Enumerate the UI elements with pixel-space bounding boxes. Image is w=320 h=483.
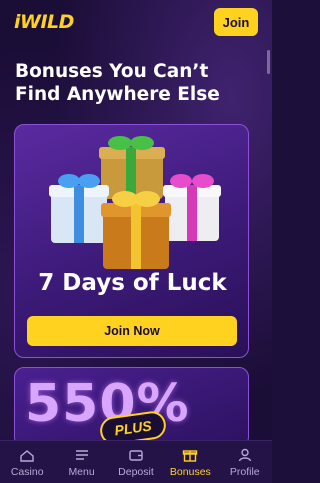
gift-box-pink: [163, 174, 221, 241]
nav-item-bonuses[interactable]: Bonuses: [163, 441, 217, 483]
wallet-icon: [129, 449, 143, 461]
page-title: Bonuses You Can’t Find Anywhere Else: [15, 61, 220, 105]
nav-label-casino: Casino: [10, 465, 44, 478]
nav-label-profile: Profile: [229, 465, 260, 478]
gift-boxes-illustration: [49, 136, 221, 269]
nav-label-bonuses: Bonuses: [169, 465, 211, 478]
gift-box-blue: [49, 174, 109, 243]
join-now-button[interactable]: Join Now: [27, 316, 237, 346]
promo-title: 7 Days of Luck: [38, 270, 227, 296]
nav-item-menu[interactable]: Menu: [55, 441, 109, 483]
gift-icon: [183, 449, 198, 462]
brand-logo[interactable]: iWILD: [14, 11, 74, 33]
join-button[interactable]: Join: [214, 8, 258, 36]
profile-icon: [238, 448, 251, 461]
top-header: iWILD Join: [0, 0, 272, 44]
nav-item-casino[interactable]: Casino: [0, 441, 54, 483]
casino-icon: [20, 449, 34, 462]
nav-label-menu: Menu: [68, 465, 95, 478]
gift-box-orange: [101, 191, 171, 269]
nav-label-deposit: Deposit: [118, 465, 154, 478]
scrollbar-thumb[interactable]: [267, 50, 270, 74]
menu-icon: [75, 449, 88, 460]
bottom-navigation: Casino Menu Deposit Bonuses Profile: [0, 440, 272, 483]
nav-item-profile[interactable]: Profile: [218, 441, 272, 483]
promo-card[interactable]: 7 Days of Luck Join Now: [14, 124, 249, 358]
nav-item-deposit[interactable]: Deposit: [109, 441, 163, 483]
